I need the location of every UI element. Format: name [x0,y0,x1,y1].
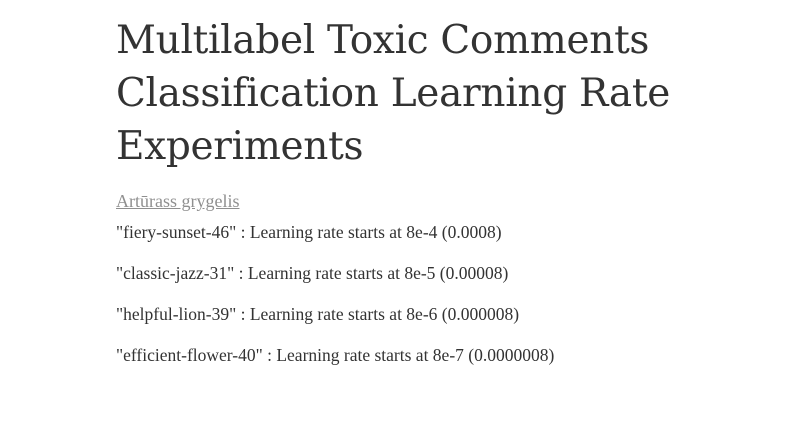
run-description: "efficient-flower-40" : Learning rate st… [116,345,555,365]
run-description: "classic-jazz-31" : Learning rate starts… [116,263,509,283]
run-list: "fiery-sunset-46" : Learning rate starts… [116,222,785,365]
report-page: Multilabel Toxic Comments Classification… [0,0,785,427]
report-title: Multilabel Toxic Comments Classification… [116,18,671,169]
author-link[interactable]: Artūrass grygelis [116,191,239,212]
run-description: "helpful-lion-39" : Learning rate starts… [116,304,520,324]
run-description: "fiery-sunset-46" : Learning rate starts… [116,222,502,242]
